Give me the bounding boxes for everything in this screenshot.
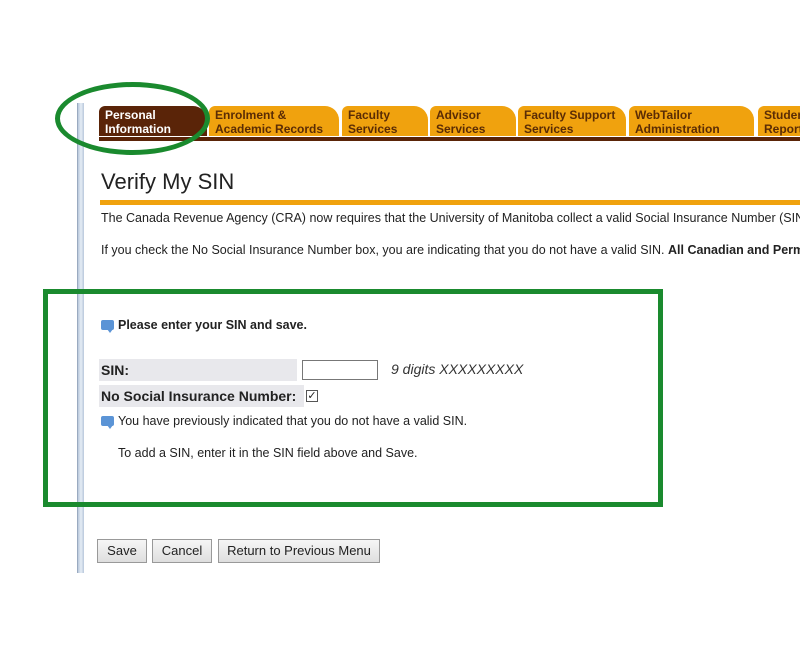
notice-text: You have previously indicated that you d… [118, 414, 468, 428]
tab-label: Student [764, 108, 800, 122]
tab-label: Faculty [348, 108, 391, 122]
page-title: Verify My SIN [101, 169, 235, 194]
cra-requirement-text: The Canada Revenue Agency (CRA) now requ… [101, 211, 800, 225]
info-bubble-icon [101, 320, 114, 333]
sin-input[interactable] [302, 360, 378, 380]
tab-enrolment-academic-records[interactable]: Enrolment & Academic Records [209, 106, 339, 136]
tab-label: Administration [635, 122, 720, 136]
sin-format-hint: 9 digits XXXXXXXXX [391, 361, 524, 377]
explanation-plain: If you check the No Social Insurance Num… [101, 243, 668, 257]
tab-label: Services [524, 122, 574, 136]
previous-indication-notice: You have previously indicated that you d… [101, 414, 468, 429]
tab-label: Enrolment & [215, 108, 287, 122]
cancel-button[interactable]: Cancel [152, 539, 212, 563]
tab-underline [99, 137, 800, 141]
tab-label: Faculty Support [524, 108, 616, 122]
instruction-text: Please enter your SIN and save. [118, 318, 307, 332]
no-sin-label: No Social Insurance Number: [99, 385, 304, 407]
tab-label: Services [348, 122, 398, 136]
no-sin-checkbox[interactable]: ✓ [306, 390, 318, 402]
instruction-message: Please enter your SIN and save. [101, 318, 307, 333]
tab-label: Reports [764, 122, 800, 136]
return-to-previous-menu-button[interactable]: Return to Previous Menu [218, 539, 380, 563]
tab-advisor-services[interactable]: Advisor Services [430, 106, 516, 136]
explanation-bold: All Canadian and Permanent Residents [668, 243, 800, 257]
save-button[interactable]: Save [97, 539, 147, 563]
tab-webtailor-administration[interactable]: WebTailor Administration [629, 106, 754, 136]
title-divider [100, 200, 800, 205]
tab-label: Advisor [436, 108, 481, 122]
sin-label: SIN: [99, 359, 297, 381]
tab-student-reports[interactable]: Student Reports [758, 106, 800, 136]
tab-label: Services [436, 122, 486, 136]
tab-faculty-services[interactable]: Faculty Services [342, 106, 428, 136]
highlight-oval [55, 82, 210, 155]
tab-faculty-support-services[interactable]: Faculty Support Services [518, 106, 626, 136]
no-sin-explanation-text: If you check the No Social Insurance Num… [101, 243, 800, 257]
tab-label: WebTailor [635, 108, 692, 122]
tab-label: Academic Records [215, 122, 324, 136]
add-sin-instruction: To add a SIN, enter it in the SIN field … [118, 446, 418, 460]
info-bubble-icon [101, 416, 114, 429]
